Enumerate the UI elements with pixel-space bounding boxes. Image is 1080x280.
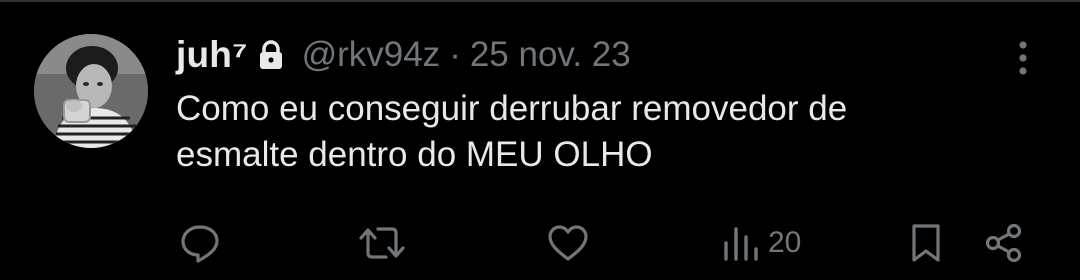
user-handle[interactable]: @rkv94z bbox=[302, 35, 441, 75]
lock-icon bbox=[258, 40, 284, 70]
share-button[interactable] bbox=[982, 218, 1032, 268]
tweet-text-line-2: esmalte dentro do MEU OLHO bbox=[176, 135, 653, 174]
share-icon bbox=[985, 223, 1022, 263]
views-button[interactable]: 20 bbox=[722, 218, 801, 268]
retweet-button[interactable] bbox=[358, 218, 412, 268]
avatar[interactable] bbox=[34, 34, 148, 148]
reply-icon bbox=[181, 225, 219, 263]
separator-dot: · bbox=[449, 35, 461, 74]
reply-button[interactable] bbox=[178, 218, 228, 268]
like-button[interactable] bbox=[546, 218, 596, 268]
tweet[interactable]: juh⁷ @rkv94z · 25 nov. 23 Como eu conseg… bbox=[0, 0, 1080, 280]
display-name[interactable]: juh⁷ bbox=[176, 34, 248, 76]
bookmark-button[interactable] bbox=[908, 218, 950, 268]
timestamp[interactable]: 25 nov. 23 bbox=[470, 35, 631, 75]
tweet-actions: 20 bbox=[0, 218, 1080, 268]
tweet-text: Como eu conseguir derrubar removedor de … bbox=[176, 86, 1036, 178]
views-count: 20 bbox=[768, 226, 802, 259]
tweet-text-line-1: Como eu conseguir derrubar removedor de bbox=[176, 89, 848, 128]
heart-icon bbox=[548, 225, 588, 261]
views-icon bbox=[724, 227, 758, 261]
tweet-header: juh⁷ @rkv94z · 25 nov. 23 bbox=[176, 28, 631, 82]
avatar-image bbox=[34, 34, 148, 148]
bookmark-icon bbox=[912, 224, 940, 262]
retweet-icon bbox=[359, 227, 405, 259]
more-vertical-icon[interactable] bbox=[1012, 38, 1034, 78]
